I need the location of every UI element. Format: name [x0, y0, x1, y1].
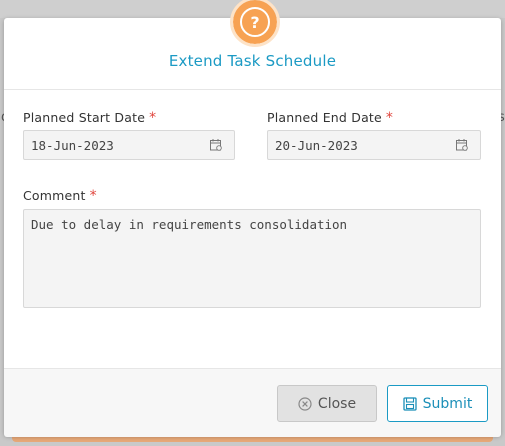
dialog-footer: Close Submit	[4, 368, 501, 437]
save-icon	[403, 396, 417, 411]
close-button[interactable]: Close	[277, 385, 377, 422]
start-date-label: Planned Start Date *	[23, 110, 156, 126]
comment-textarea[interactable]: Due to delay in requirements consolidati…	[23, 209, 481, 308]
end-date-value: 20-Jun-2023	[275, 137, 358, 153]
submit-button[interactable]: Submit	[387, 385, 488, 422]
required-mark: *	[89, 188, 97, 204]
end-date-input[interactable]: 20-Jun-2023	[267, 130, 481, 160]
start-date-label-text: Planned Start Date	[23, 110, 146, 125]
extend-schedule-dialog: ? Extend Task Schedule Planned Start Dat…	[4, 0, 501, 437]
close-circle-icon	[298, 396, 312, 411]
comment-label-text: Comment	[23, 188, 86, 203]
comment-label: Comment *	[23, 188, 97, 204]
dialog-badge: ?	[230, 0, 280, 47]
required-mark: *	[385, 110, 394, 126]
submit-button-label: Submit	[422, 395, 473, 412]
start-date-input[interactable]: 18-Jun-2023	[23, 130, 235, 160]
required-mark: *	[149, 110, 157, 126]
start-date-value: 18-Jun-2023	[31, 137, 114, 153]
end-date-label-text: Planned End Date	[267, 110, 382, 125]
dialog-title: Extend Task Schedule	[168, 52, 337, 70]
close-button-label: Close	[317, 395, 357, 412]
calendar-icon[interactable]	[210, 139, 222, 151]
end-date-label: Planned End Date *	[267, 110, 393, 126]
calendar-icon[interactable]	[456, 139, 468, 151]
badge-ring	[230, 0, 280, 47]
comment-value: Due to delay in requirements consolidati…	[31, 217, 348, 232]
header-divider	[4, 89, 501, 90]
